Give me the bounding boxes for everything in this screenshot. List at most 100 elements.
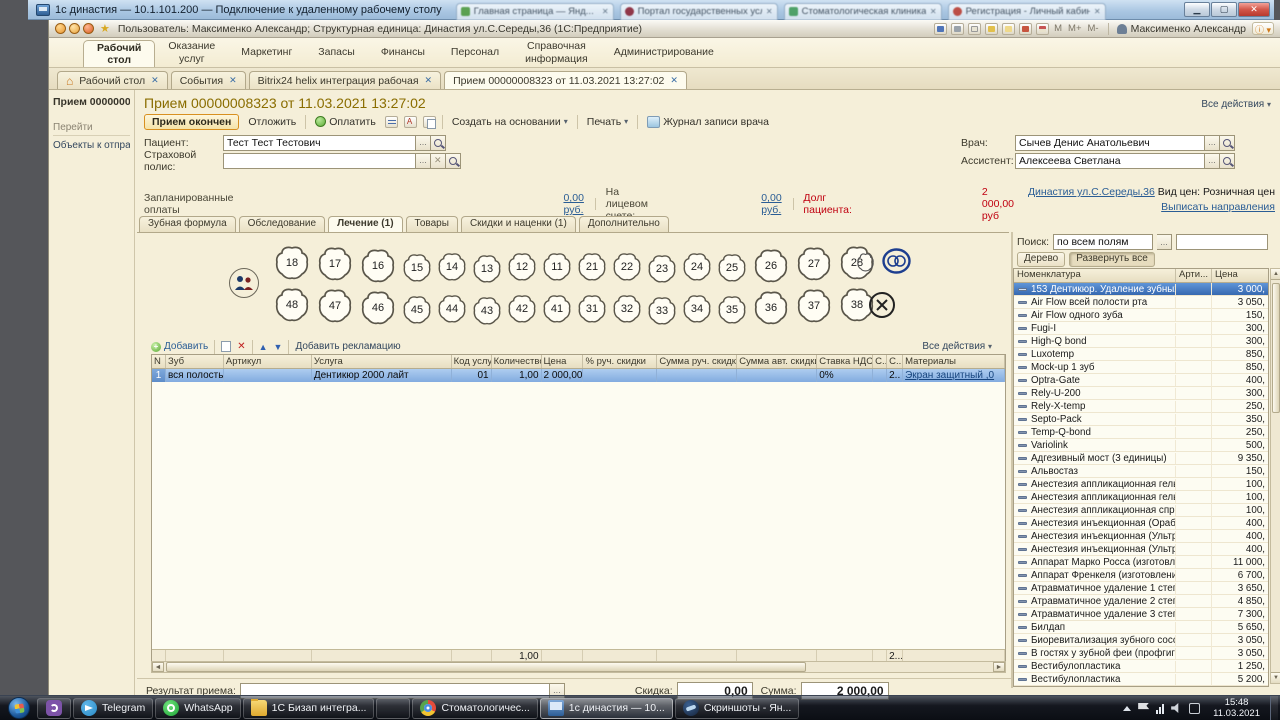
start-button[interactable] (8, 697, 30, 719)
window-tab[interactable]: События✕ (171, 71, 246, 89)
favorites-icon[interactable] (1002, 23, 1015, 35)
nomenclature-row[interactable]: High-Q bond300, (1014, 335, 1268, 348)
copy-row-icon[interactable] (221, 341, 231, 352)
nomenclature-row[interactable]: Septo-Pack350, (1014, 413, 1268, 426)
tab-2[interactable]: Обследование (239, 216, 325, 232)
show-desktop-button[interactable] (1270, 696, 1278, 720)
row-cell[interactable] (224, 369, 312, 382)
section-tab[interactable]: Запасы (305, 38, 368, 67)
nomenclature-row[interactable]: Анестезия инъекционная (Ультракаин...400… (1014, 543, 1268, 556)
window-tab[interactable]: Прием 00000008323 от 11.03.2021 13:27:02… (444, 71, 687, 89)
milk-teeth-toggle-icon[interactable] (882, 248, 911, 277)
nomenclature-row[interactable]: Air Flow всей полости рта3 050, (1014, 296, 1268, 309)
policy-input[interactable] (223, 153, 416, 169)
row-cell[interactable]: 2.. (887, 369, 903, 382)
taskbar-clock[interactable]: 15:48 11.03.2021 (1207, 697, 1266, 720)
tooth-23[interactable]: 23 (647, 252, 677, 286)
tooth-21[interactable]: 21 (577, 250, 607, 284)
browser-tab[interactable]: Стоматологическая клиника Д...✕ (784, 3, 942, 20)
add-favorite-icon[interactable] (985, 23, 998, 35)
report-icon[interactable] (385, 116, 398, 128)
tooth-18[interactable]: 18 (273, 246, 311, 280)
row-cell[interactable]: 0% (817, 369, 873, 382)
header-cell[interactable]: Зуб (166, 355, 224, 368)
nomenclature-row[interactable]: Fugi-I300, (1014, 322, 1268, 335)
row-cell[interactable]: 01 (452, 369, 492, 382)
scrollbar-thumb[interactable] (1272, 283, 1280, 413)
taskbar-button-chrome[interactable]: Стоматологичес... (412, 698, 537, 719)
window-tab[interactable]: Bitrix24 helix интеграция рабочая✕ (249, 71, 441, 89)
volume-icon[interactable] (1171, 703, 1182, 714)
add-row-button[interactable]: +Добавить (151, 341, 208, 352)
browser-tab[interactable]: Регистрация - Личный кабин...✕ (948, 3, 1106, 20)
taskbar-button-whatsapp[interactable]: WhatsApp (155, 698, 240, 719)
favorites-star-icon[interactable]: ★ (100, 22, 110, 35)
row-cell[interactable] (657, 369, 737, 382)
whole-mouth-icon[interactable] (229, 268, 259, 298)
minimize-button[interactable]: ▁ (1184, 2, 1210, 17)
clinic-link[interactable]: Династия ул.С.Середы,36 (1028, 186, 1155, 198)
nomenclature-row[interactable]: Аппарат Марко Росса (изготовление)11 000… (1014, 556, 1268, 569)
search-input[interactable] (1176, 234, 1268, 250)
browser-tab-close-icon[interactable]: ✕ (930, 7, 937, 16)
tab-4[interactable]: Товары (406, 216, 458, 232)
header-cell[interactable]: Артикул (224, 355, 312, 368)
window-tab-close-icon[interactable]: ✕ (151, 75, 159, 86)
current-user[interactable]: Максименко Александр (1108, 23, 1246, 35)
nomenclature-row[interactable]: Вестибулопластика1 250, (1014, 660, 1268, 673)
taskbar-button-folder[interactable]: 1С Бизап интегра... (243, 698, 375, 719)
row-cell[interactable]: 1,00 (492, 369, 542, 382)
tooth-32[interactable]: 32 (612, 292, 642, 326)
nomenclature-row[interactable]: Анестезия инъекционная (Ультракаин...400… (1014, 530, 1268, 543)
nomenclature-row[interactable]: Анестезия инъекционная (Ораблок)400, (1014, 517, 1268, 530)
nomenclature-row[interactable]: Вестибулопластика5 200, (1014, 673, 1268, 686)
table-row[interactable]: 1вся полостьДентикюр 2000 лайт011,002 00… (152, 369, 1005, 382)
tooth-11[interactable]: 11 (542, 250, 572, 284)
doctor-journal-button[interactable]: Журнал записи врача (644, 115, 772, 129)
scroll-left-icon[interactable]: ◄ (152, 662, 164, 672)
nomenclature-row[interactable]: Биоревитализация зубного сосочка3 050, (1014, 634, 1268, 647)
tooth-25[interactable]: 25 (717, 251, 747, 285)
keyboard-icon[interactable] (1189, 703, 1200, 714)
nomenclature-row[interactable]: Аппарат Френкеля (изготовление)6 700, (1014, 569, 1268, 582)
tab-6[interactable]: Дополнительно (579, 216, 669, 232)
sidebar-item-bitrix-objects[interactable]: Объекты к отправке в Би... (53, 140, 130, 151)
pay-button[interactable]: Оплатить (312, 115, 379, 129)
section-tab[interactable]: Маркетинг (228, 38, 305, 67)
tab-1[interactable]: Зубная формула (139, 216, 236, 232)
browser-tab-close-icon[interactable]: ✕ (766, 7, 773, 16)
move-down-icon[interactable]: ▼ (274, 342, 283, 352)
window-tab-close-icon[interactable]: ✕ (229, 75, 237, 86)
window-tab-close-icon[interactable]: ✕ (425, 75, 433, 86)
tooth-small-icon[interactable] (857, 253, 874, 275)
tooth-17[interactable]: 17 (316, 247, 354, 281)
vertical-scrollbar[interactable]: ▲ ▼ (1270, 268, 1280, 684)
patient-open-button[interactable] (431, 135, 446, 151)
policy-clear-button[interactable]: ✕ (431, 153, 446, 169)
patient-input[interactable] (223, 135, 416, 151)
save-icon[interactable] (934, 23, 947, 35)
network-icon[interactable] (1156, 703, 1164, 714)
search-mode-button[interactable]: … (1157, 234, 1172, 250)
nomenclature-row[interactable]: Атравматичное удаление 3 степени сл...7 … (1014, 608, 1268, 621)
tooth-37[interactable]: 37 (795, 289, 833, 323)
account-balance-link[interactable]: 0,00 руб. (761, 192, 783, 216)
doctor-input[interactable] (1015, 135, 1205, 151)
tooth-27[interactable]: 27 (795, 247, 833, 281)
browser-tab-close-icon[interactable]: ✕ (1094, 7, 1101, 16)
taskbar-button-viber[interactable] (37, 698, 71, 719)
app-close-session-icon[interactable] (83, 23, 94, 34)
tooth-15[interactable]: 15 (402, 251, 432, 285)
header-cell[interactable]: Материалы (903, 355, 1005, 368)
row-cell[interactable] (873, 369, 887, 382)
row-cell[interactable]: 2 000,00 (542, 369, 584, 382)
action-center-icon[interactable] (1138, 703, 1149, 714)
memory-mminus-button[interactable]: M- (1088, 23, 1099, 34)
nomenclature-row[interactable]: Variolink500, (1014, 439, 1268, 452)
scroll-up-icon[interactable]: ▲ (1271, 269, 1280, 280)
tooth-43[interactable]: 43 (472, 294, 502, 328)
browser-tab[interactable]: Главная страница — Янд...✕ (456, 3, 614, 20)
form-all-actions-button[interactable]: Все действия ▾ (1201, 99, 1271, 110)
tooth-35[interactable]: 35 (717, 293, 747, 327)
tooth-45[interactable]: 45 (402, 293, 432, 327)
